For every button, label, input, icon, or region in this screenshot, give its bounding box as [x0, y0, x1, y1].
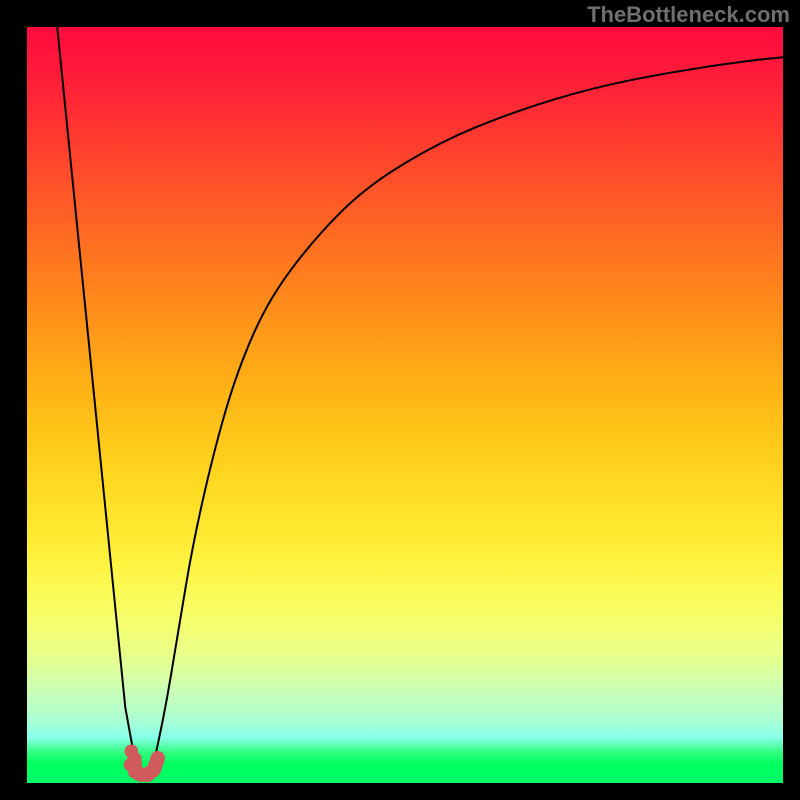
chart-svg: [27, 27, 783, 783]
chart-frame: TheBottleneck.com: [0, 0, 800, 800]
curve-right-ascent: [152, 57, 783, 771]
marker-arc: [134, 758, 157, 775]
curve-left-descent: [57, 27, 139, 772]
chart-markers: [124, 744, 158, 774]
watermark-text: TheBottleneck.com: [587, 2, 790, 28]
chart-curves: [57, 27, 783, 772]
